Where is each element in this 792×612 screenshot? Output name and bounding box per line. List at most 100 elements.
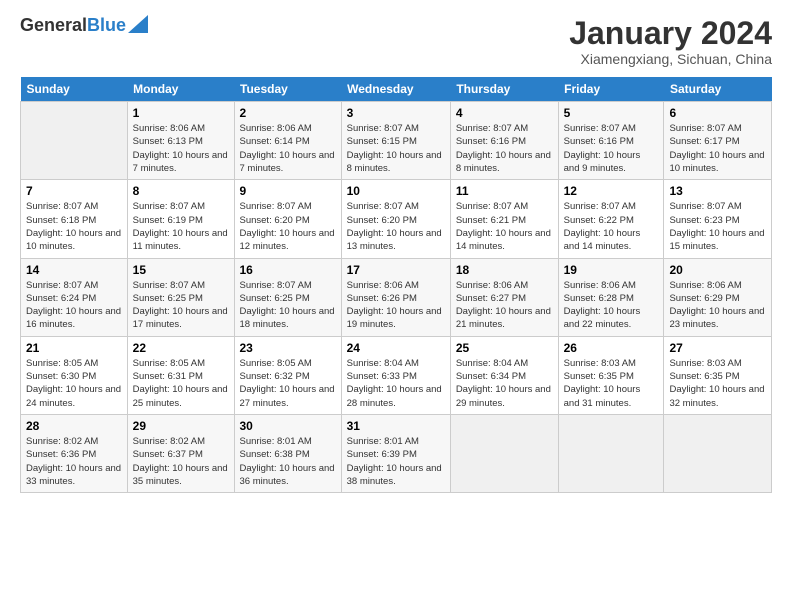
sunrise: Sunrise: 8:07 AM: [133, 280, 205, 291]
day-cell: [664, 414, 772, 492]
day-cell: 21 Sunrise: 8:05 AM Sunset: 6:30 PM Dayl…: [21, 336, 128, 414]
col-thursday: Thursday: [450, 77, 558, 102]
day-number: 26: [564, 341, 659, 355]
day-cell: 18 Sunrise: 8:06 AM Sunset: 6:27 PM Dayl…: [450, 258, 558, 336]
sunset: Sunset: 6:17 PM: [669, 136, 739, 147]
day-number: 21: [26, 341, 122, 355]
day-number: 5: [564, 106, 659, 120]
sunrise: Sunrise: 8:05 AM: [26, 358, 98, 369]
sunrise: Sunrise: 8:06 AM: [133, 123, 205, 134]
day-number: 14: [26, 263, 122, 277]
day-cell: 17 Sunrise: 8:06 AM Sunset: 6:26 PM Dayl…: [341, 258, 450, 336]
day-cell: 23 Sunrise: 8:05 AM Sunset: 6:32 PM Dayl…: [234, 336, 341, 414]
day-cell: [558, 414, 664, 492]
day-info: Sunrise: 8:07 AM Sunset: 6:25 PM Dayligh…: [133, 279, 229, 332]
sunset: Sunset: 6:20 PM: [240, 215, 310, 226]
day-info: Sunrise: 8:02 AM Sunset: 6:36 PM Dayligh…: [26, 435, 122, 488]
sunrise: Sunrise: 8:02 AM: [133, 436, 205, 447]
day-cell: 4 Sunrise: 8:07 AM Sunset: 6:16 PM Dayli…: [450, 102, 558, 180]
sunset: Sunset: 6:20 PM: [347, 215, 417, 226]
daylight: Daylight: 10 hours and 8 minutes.: [347, 150, 442, 174]
sunset: Sunset: 6:36 PM: [26, 449, 96, 460]
day-cell: 7 Sunrise: 8:07 AM Sunset: 6:18 PM Dayli…: [21, 180, 128, 258]
daylight: Daylight: 10 hours and 29 minutes.: [456, 384, 551, 408]
day-info: Sunrise: 8:01 AM Sunset: 6:38 PM Dayligh…: [240, 435, 336, 488]
day-info: Sunrise: 8:06 AM Sunset: 6:26 PM Dayligh…: [347, 279, 445, 332]
sunrise: Sunrise: 8:07 AM: [240, 280, 312, 291]
daylight: Daylight: 10 hours and 19 minutes.: [347, 306, 442, 330]
day-number: 17: [347, 263, 445, 277]
sunrise: Sunrise: 8:05 AM: [133, 358, 205, 369]
subtitle: Xiamengxiang, Sichuan, China: [569, 51, 772, 67]
logo-arrow-icon: [128, 15, 148, 33]
sunrise: Sunrise: 8:06 AM: [240, 123, 312, 134]
day-cell: 10 Sunrise: 8:07 AM Sunset: 6:20 PM Dayl…: [341, 180, 450, 258]
sunrise: Sunrise: 8:03 AM: [564, 358, 636, 369]
day-info: Sunrise: 8:07 AM Sunset: 6:15 PM Dayligh…: [347, 122, 445, 175]
week-row-3: 21 Sunrise: 8:05 AM Sunset: 6:30 PM Dayl…: [21, 336, 772, 414]
day-info: Sunrise: 8:07 AM Sunset: 6:25 PM Dayligh…: [240, 279, 336, 332]
sunrise: Sunrise: 8:07 AM: [456, 201, 528, 212]
day-number: 3: [347, 106, 445, 120]
day-number: 16: [240, 263, 336, 277]
day-cell: 14 Sunrise: 8:07 AM Sunset: 6:24 PM Dayl…: [21, 258, 128, 336]
day-number: 23: [240, 341, 336, 355]
day-cell: 9 Sunrise: 8:07 AM Sunset: 6:20 PM Dayli…: [234, 180, 341, 258]
day-number: 24: [347, 341, 445, 355]
day-cell: 30 Sunrise: 8:01 AM Sunset: 6:38 PM Dayl…: [234, 414, 341, 492]
logo: GeneralBlue: [20, 16, 148, 36]
day-info: Sunrise: 8:06 AM Sunset: 6:27 PM Dayligh…: [456, 279, 553, 332]
daylight: Daylight: 10 hours and 31 minutes.: [564, 384, 641, 408]
sunset: Sunset: 6:23 PM: [669, 215, 739, 226]
day-cell: 28 Sunrise: 8:02 AM Sunset: 6:36 PM Dayl…: [21, 414, 128, 492]
daylight: Daylight: 10 hours and 25 minutes.: [133, 384, 228, 408]
header: GeneralBlue January 2024 Xiamengxiang, S…: [20, 16, 772, 67]
title-block: January 2024 Xiamengxiang, Sichuan, Chin…: [569, 16, 772, 67]
daylight: Daylight: 10 hours and 16 minutes.: [26, 306, 121, 330]
day-info: Sunrise: 8:01 AM Sunset: 6:39 PM Dayligh…: [347, 435, 445, 488]
sunrise: Sunrise: 8:07 AM: [26, 280, 98, 291]
day-number: 31: [347, 419, 445, 433]
sunset: Sunset: 6:37 PM: [133, 449, 203, 460]
day-info: Sunrise: 8:07 AM Sunset: 6:20 PM Dayligh…: [240, 200, 336, 253]
day-info: Sunrise: 8:07 AM Sunset: 6:18 PM Dayligh…: [26, 200, 122, 253]
sunset: Sunset: 6:27 PM: [456, 293, 526, 304]
col-wednesday: Wednesday: [341, 77, 450, 102]
sunset: Sunset: 6:26 PM: [347, 293, 417, 304]
sunset: Sunset: 6:22 PM: [564, 215, 634, 226]
day-number: 6: [669, 106, 766, 120]
week-row-1: 7 Sunrise: 8:07 AM Sunset: 6:18 PM Dayli…: [21, 180, 772, 258]
sunrise: Sunrise: 8:07 AM: [564, 201, 636, 212]
logo-text: GeneralBlue: [20, 16, 126, 36]
daylight: Daylight: 10 hours and 11 minutes.: [133, 228, 228, 252]
day-info: Sunrise: 8:07 AM Sunset: 6:23 PM Dayligh…: [669, 200, 766, 253]
sunrise: Sunrise: 8:07 AM: [26, 201, 98, 212]
sunrise: Sunrise: 8:07 AM: [669, 201, 741, 212]
day-info: Sunrise: 8:06 AM Sunset: 6:28 PM Dayligh…: [564, 279, 659, 332]
day-cell: 16 Sunrise: 8:07 AM Sunset: 6:25 PM Dayl…: [234, 258, 341, 336]
day-cell: [21, 102, 128, 180]
sunset: Sunset: 6:30 PM: [26, 371, 96, 382]
day-info: Sunrise: 8:06 AM Sunset: 6:29 PM Dayligh…: [669, 279, 766, 332]
day-cell: 20 Sunrise: 8:06 AM Sunset: 6:29 PM Dayl…: [664, 258, 772, 336]
daylight: Daylight: 10 hours and 10 minutes.: [26, 228, 121, 252]
daylight: Daylight: 10 hours and 33 minutes.: [26, 463, 121, 487]
sunrise: Sunrise: 8:03 AM: [669, 358, 741, 369]
sunrise: Sunrise: 8:07 AM: [133, 201, 205, 212]
daylight: Daylight: 10 hours and 22 minutes.: [564, 306, 641, 330]
daylight: Daylight: 10 hours and 9 minutes.: [564, 150, 641, 174]
sunrise: Sunrise: 8:07 AM: [240, 201, 312, 212]
daylight: Daylight: 10 hours and 12 minutes.: [240, 228, 335, 252]
day-info: Sunrise: 8:07 AM Sunset: 6:22 PM Dayligh…: [564, 200, 659, 253]
day-number: 8: [133, 184, 229, 198]
daylight: Daylight: 10 hours and 7 minutes.: [133, 150, 228, 174]
day-number: 15: [133, 263, 229, 277]
daylight: Daylight: 10 hours and 15 minutes.: [669, 228, 764, 252]
day-number: 7: [26, 184, 122, 198]
day-cell: 12 Sunrise: 8:07 AM Sunset: 6:22 PM Dayl…: [558, 180, 664, 258]
daylight: Daylight: 10 hours and 18 minutes.: [240, 306, 335, 330]
sunrise: Sunrise: 8:06 AM: [456, 280, 528, 291]
day-number: 4: [456, 106, 553, 120]
day-number: 22: [133, 341, 229, 355]
daylight: Daylight: 10 hours and 7 minutes.: [240, 150, 335, 174]
